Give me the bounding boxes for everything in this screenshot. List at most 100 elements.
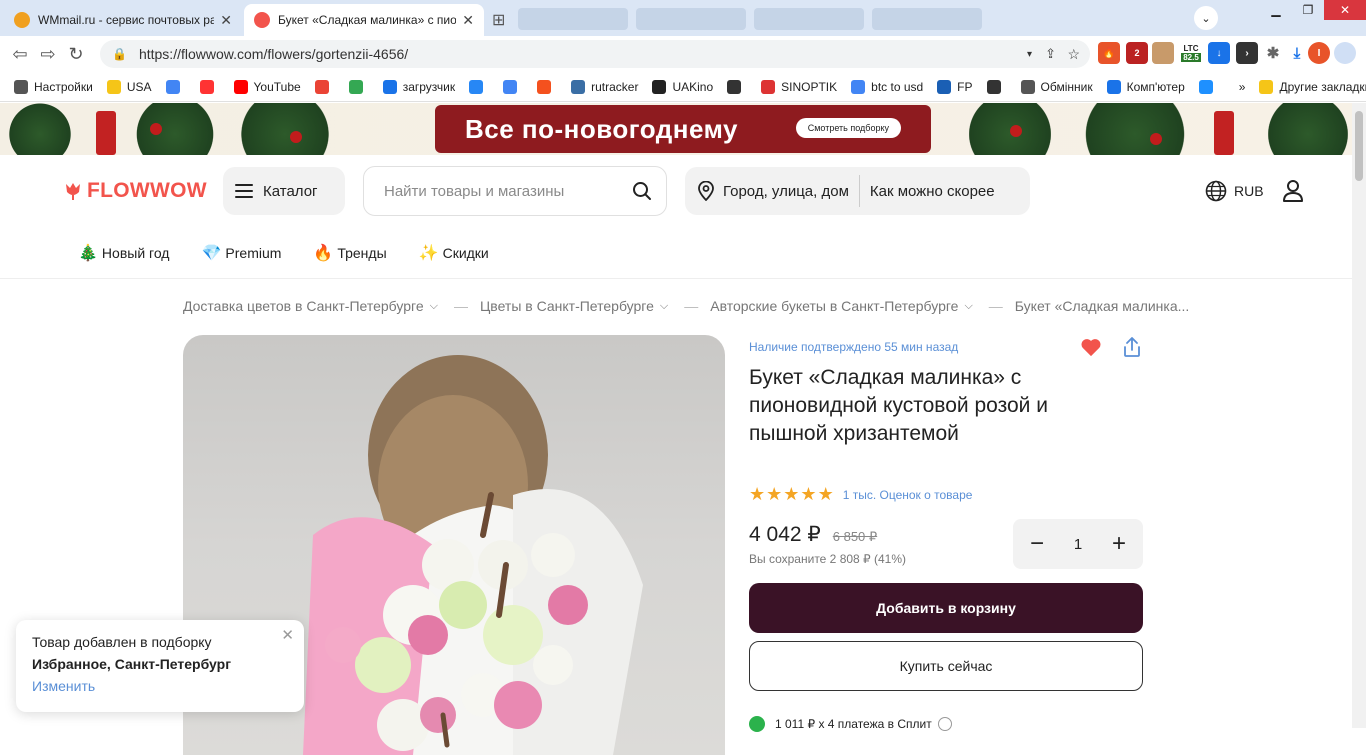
bookmark-item[interactable]: Комп'ютер bbox=[1106, 79, 1185, 94]
bookmark-item[interactable]: btc to usd bbox=[851, 79, 923, 94]
address-bar[interactable]: 🔒 https://flowwow.com/flowers/gortenzii-… bbox=[100, 40, 1090, 68]
fp-icon bbox=[937, 79, 952, 94]
ratings-link[interactable]: 1 тыс. Оценок о товаре bbox=[843, 488, 973, 502]
bookmark-item[interactable] bbox=[503, 79, 523, 94]
bookmark-item[interactable]: SINOPTIK bbox=[761, 79, 838, 94]
nav-label: Premium bbox=[225, 244, 282, 261]
extension-fire-icon[interactable]: 🔥 bbox=[1098, 42, 1120, 64]
user-icon[interactable] bbox=[1282, 179, 1304, 203]
share-page-icon[interactable]: ⇪ bbox=[1045, 46, 1056, 62]
chevron-down-icon[interactable]: ⌵ bbox=[660, 300, 668, 313]
other-bookmarks[interactable]: Другие закладки bbox=[1259, 79, 1366, 94]
close-tab-icon[interactable]: ✕ bbox=[462, 12, 474, 29]
folder-icon bbox=[106, 79, 121, 94]
chevron-down-icon[interactable]: ⌵ bbox=[430, 300, 438, 313]
breadcrumb-label: Цветы в Санкт-Петербурге bbox=[479, 298, 654, 314]
toast-change-link[interactable]: Изменить bbox=[32, 678, 288, 694]
dropdown-icon[interactable]: ▾ bbox=[1027, 49, 1032, 60]
promo-banner[interactable]: Все по-новогоднему Смотреть подборку bbox=[0, 103, 1366, 155]
breadcrumb-item[interactable]: Цветы в Санкт-Петербурге ⌵ bbox=[480, 298, 684, 314]
extension-shield-icon[interactable]: 2 bbox=[1126, 42, 1148, 64]
bookmark-item[interactable] bbox=[727, 79, 747, 94]
reload-button[interactable]: ↻ bbox=[62, 40, 90, 68]
search-icon[interactable] bbox=[632, 181, 652, 201]
bookmark-label: SINOPTIK bbox=[781, 79, 838, 94]
add-to-cart-button[interactable]: Добавить в корзину bbox=[749, 583, 1143, 633]
back-button[interactable]: ⇦ bbox=[6, 40, 34, 68]
location-selector[interactable]: Город, улица, дом Как можно скорее bbox=[685, 167, 1030, 215]
plus-icon: ⊞ bbox=[492, 12, 506, 29]
chevron-down-icon[interactable]: ⌵ bbox=[964, 300, 972, 313]
breadcrumb-item[interactable]: Доставка цветов в Санкт-Петербурге ⌵ bbox=[183, 298, 454, 314]
scrollbar-thumb[interactable] bbox=[1355, 111, 1363, 181]
close-icon[interactable]: ✕ bbox=[281, 626, 294, 644]
breadcrumb-label: Доставка цветов в Санкт-Петербурге bbox=[183, 298, 424, 314]
decrease-button[interactable]: − bbox=[1025, 530, 1049, 558]
flowwow-logo[interactable]: FLOWWOW bbox=[63, 179, 207, 203]
bookmark-item[interactable] bbox=[537, 79, 557, 94]
bookmark-item[interactable] bbox=[199, 79, 220, 94]
extension-arrow-icon[interactable]: › bbox=[1236, 42, 1258, 64]
catalog-button[interactable]: Каталог bbox=[223, 167, 345, 215]
bookmark-item[interactable] bbox=[348, 79, 369, 94]
bookmark-item[interactable]: загрузчик bbox=[382, 79, 455, 94]
globe-icon bbox=[1205, 180, 1227, 202]
forward-button[interactable]: ⇨ bbox=[34, 40, 62, 68]
close-window-button[interactable]: ✕ bbox=[1324, 0, 1366, 20]
close-tab-icon[interactable]: ✕ bbox=[220, 12, 232, 29]
breadcrumb-item[interactable]: Авторские букеты в Санкт-Петербурге ⌵ bbox=[710, 298, 989, 314]
bookmark-label: Комп'ютер bbox=[1126, 79, 1185, 94]
search-input[interactable]: Найти товары и магазины bbox=[363, 166, 667, 216]
bookmarks-overflow-button[interactable]: » bbox=[1239, 80, 1246, 94]
bookmark-item[interactable]: FP bbox=[937, 79, 973, 94]
currency-selector[interactable]: RUB bbox=[1205, 180, 1264, 202]
bookmark-item[interactable]: YouTube bbox=[233, 79, 301, 94]
share-icon[interactable] bbox=[1121, 336, 1143, 358]
increase-button[interactable]: + bbox=[1107, 530, 1131, 558]
page-scrollbar[interactable] bbox=[1352, 103, 1366, 728]
browser-tab-flowwow[interactable]: Букет «Сладкая малинка» с пионовидной ✕ bbox=[244, 4, 484, 36]
delivery-time-label[interactable]: Как можно скорее bbox=[870, 183, 995, 200]
info-icon[interactable] bbox=[937, 717, 952, 731]
extension-download-icon[interactable]: ↓ bbox=[1208, 42, 1230, 64]
bookmark-item[interactable]: Настройки bbox=[14, 79, 93, 94]
bookmark-item[interactable] bbox=[469, 79, 489, 94]
nav-item-premium[interactable]: 💎 Premium bbox=[201, 243, 281, 263]
menu-icon bbox=[235, 184, 253, 198]
nav-item-trends[interactable]: 🔥 Тренды bbox=[313, 243, 386, 263]
bookmark-item[interactable] bbox=[986, 79, 1007, 94]
exchange-icon bbox=[1020, 79, 1035, 94]
profile-avatar[interactable]: I bbox=[1308, 42, 1330, 64]
sparkles-icon: ✨ bbox=[418, 244, 439, 262]
extension-ltc-icon[interactable]: LTC 82.5 bbox=[1180, 42, 1202, 64]
bookmark-item[interactable]: Обмінник bbox=[1020, 79, 1093, 94]
favorite-heart-icon[interactable] bbox=[1080, 336, 1102, 358]
bookmark-item[interactable]: rutracker bbox=[571, 79, 638, 94]
tab-title: WMmail.ru - сервис почтовых рассылок bbox=[38, 13, 215, 27]
nav-item-discounts[interactable]: ✨ Скидки bbox=[419, 243, 489, 263]
restore-button[interactable]: ❐ bbox=[1290, 0, 1326, 20]
search-placeholder: Найти товары и магазины bbox=[384, 182, 565, 200]
banner-button[interactable]: Смотреть подборку bbox=[795, 118, 901, 138]
gmail-icon bbox=[314, 79, 329, 94]
bookmark-item[interactable]: UAKino bbox=[652, 79, 713, 94]
christmas-tree-icon: 🎄 bbox=[78, 244, 98, 262]
buy-now-button[interactable]: Купить сейчас bbox=[749, 641, 1143, 691]
browser-tab-wmmail[interactable]: WMmail.ru - сервис почтовых рассылок ✕ bbox=[4, 4, 242, 36]
minimize-button[interactable]: ▁ bbox=[1258, 0, 1294, 20]
new-tab-button[interactable]: ⊞ bbox=[488, 4, 514, 36]
sync-icon[interactable] bbox=[1334, 42, 1356, 64]
extensions-puzzle-icon[interactable]: ✱ bbox=[1262, 42, 1284, 64]
downloads-icon[interactable]: ⤓ bbox=[1286, 42, 1308, 64]
nav-item-new-year[interactable]: 🎄 Новый год bbox=[78, 243, 169, 263]
ornament-decoration bbox=[1010, 125, 1022, 137]
extension-face-icon[interactable] bbox=[1152, 42, 1174, 64]
currency-label: RUB bbox=[1234, 183, 1264, 199]
bookmark-star-icon[interactable]: ☆ bbox=[1067, 46, 1080, 63]
bookmark-item[interactable]: USA bbox=[106, 79, 152, 94]
collapsed-tabs bbox=[518, 8, 1098, 30]
tab-search-button[interactable]: ⌄ bbox=[1194, 6, 1218, 30]
bookmark-item[interactable] bbox=[165, 79, 186, 94]
bookmark-item[interactable] bbox=[1198, 79, 1219, 94]
bookmark-item[interactable] bbox=[314, 79, 335, 94]
